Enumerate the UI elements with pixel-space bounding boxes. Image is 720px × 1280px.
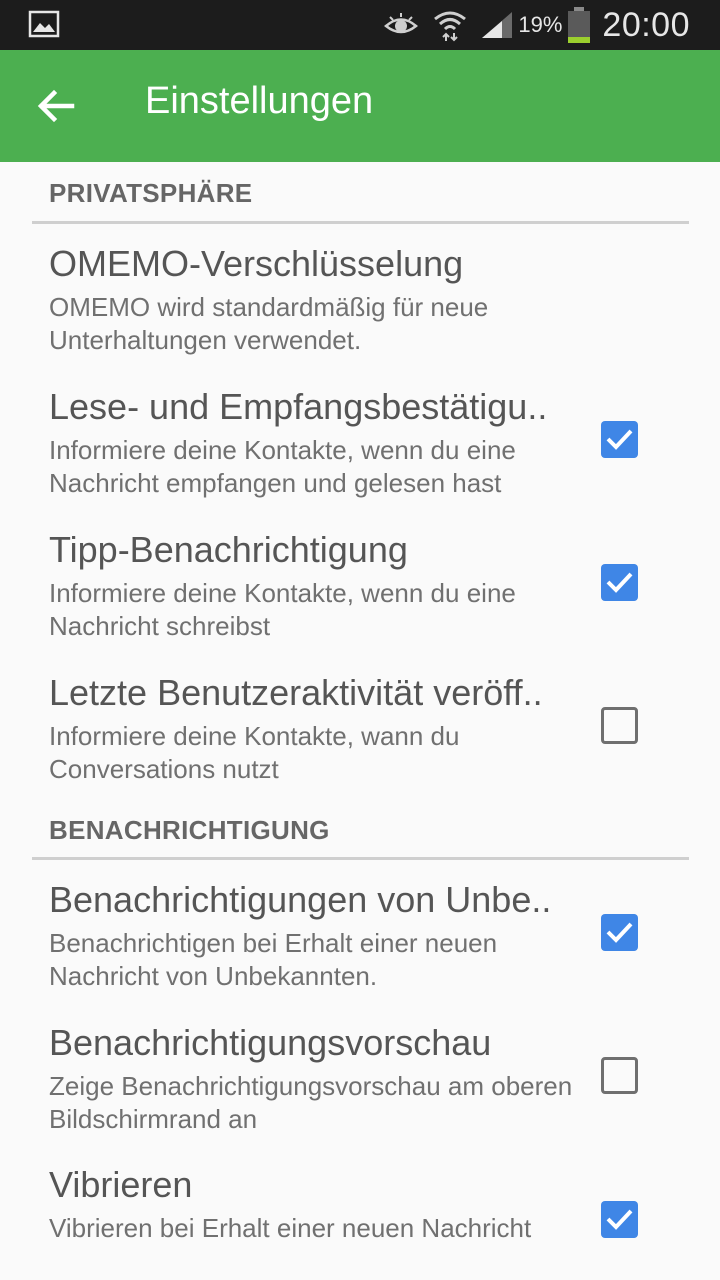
pref-summary: Vibrieren bei Erhalt einer neuen Nachric… <box>49 1213 532 1243</box>
last-activity-checkbox[interactable] <box>601 707 638 744</box>
notifications-from-unknown-checkbox[interactable] <box>601 914 638 951</box>
pref-title: Vibrieren <box>49 1164 193 1205</box>
pref-notification-preview[interactable]: Benachrichtigungsvorschau Zeige Benachri… <box>0 1022 720 1146</box>
read-receipts-checkbox[interactable] <box>601 421 638 458</box>
pref-notifications-from-unknown[interactable]: Benachrichtigungen von Unbe.. Benachrich… <box>0 879 720 1003</box>
pref-summary: Informiere deine Kontakte, wann du Conve… <box>49 721 460 784</box>
arrow-back-icon[interactable] <box>32 82 80 130</box>
image-icon <box>28 10 60 38</box>
pref-read-receipts[interactable]: Lese- und Empfangsbestätigu.. Informiere… <box>0 386 720 510</box>
section-header-notifications: BENACHRICHTIGUNG <box>49 815 330 845</box>
pref-summary: Informiere deine Kontakte, wenn du eine … <box>49 435 516 498</box>
pref-title: Tipp-Benachrichtigung <box>49 529 408 570</box>
pref-omemo[interactable]: OMEMO-Verschlüsselung OMEMO wird standar… <box>0 243 720 367</box>
eye-icon <box>384 13 419 34</box>
pref-summary: Benachrichtigen bei Erhalt einer neuen N… <box>49 928 498 991</box>
vibrate-checkbox[interactable] <box>601 1201 638 1238</box>
signal-icon <box>482 12 513 38</box>
pref-title: Lese- und Empfangsbestätigu.. <box>49 386 548 427</box>
check-icon <box>606 429 633 450</box>
check-icon <box>606 922 633 943</box>
pref-title: Benachrichtigungsvorschau <box>49 1022 492 1063</box>
pref-title: OMEMO-Verschlüsselung <box>49 243 464 284</box>
pref-title: Benachrichtigungen von Unbe.. <box>49 879 552 920</box>
pref-vibrate[interactable]: Vibrieren Vibrieren bei Erhalt einer neu… <box>0 1164 720 1280</box>
typing-notification-checkbox[interactable] <box>601 564 638 601</box>
battery-icon <box>568 7 591 43</box>
status-bar: 19% 20:00 <box>0 0 720 50</box>
pref-summary: Zeige Benachrichtigungsvorschau am obere… <box>49 1071 573 1134</box>
check-icon <box>606 1209 633 1230</box>
section-divider <box>32 857 689 860</box>
pref-title: Letzte Benutzeraktivität veröff.. <box>49 672 543 713</box>
pref-last-activity[interactable]: Letzte Benutzeraktivität veröff.. Inform… <box>0 672 720 796</box>
app-toolbar: Einstellungen <box>0 50 720 162</box>
page-title: Einstellungen <box>145 80 374 122</box>
check-icon <box>606 572 633 593</box>
pref-summary: Informiere deine Kontakte, wenn du eine … <box>49 578 516 641</box>
section-divider <box>32 221 689 224</box>
wifi-icon <box>434 11 467 42</box>
pref-typing-notification[interactable]: Tipp-Benachrichtigung Informiere deine K… <box>0 529 720 653</box>
pref-summary: OMEMO wird standardmäßig für neue Unterh… <box>49 292 489 355</box>
section-header-privacy: PRIVATSPHÄRE <box>49 178 253 208</box>
clock: 20:00 <box>602 5 690 44</box>
battery-percent: 19% <box>518 12 563 37</box>
notification-preview-checkbox[interactable] <box>601 1057 638 1094</box>
